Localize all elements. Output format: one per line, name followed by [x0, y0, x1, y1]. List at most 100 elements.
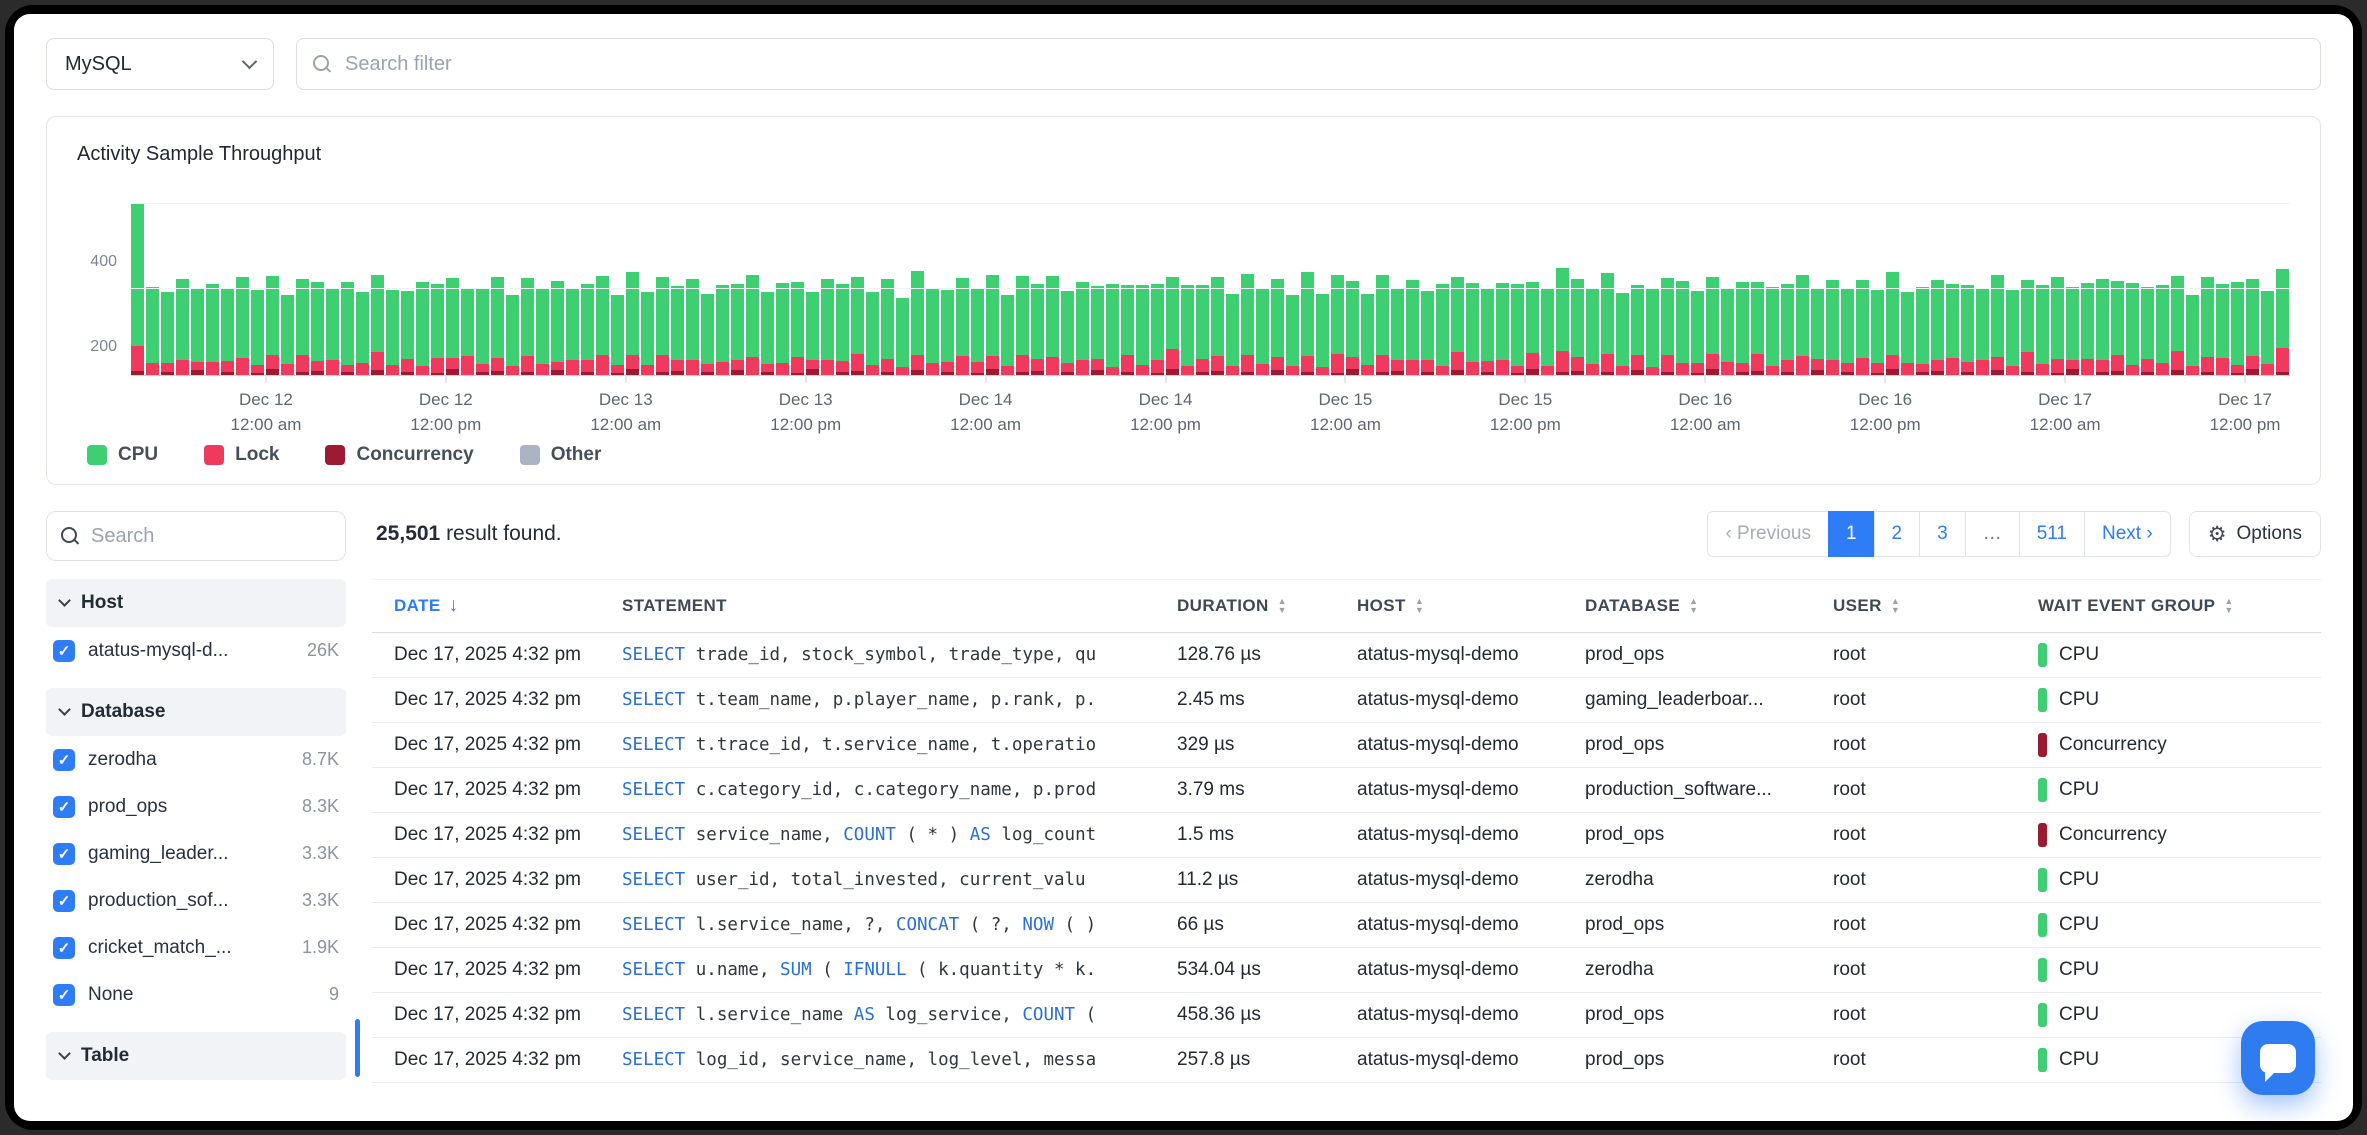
chart-bar[interactable]: [1781, 284, 1794, 375]
chart-bar[interactable]: [161, 292, 174, 375]
chart-bar[interactable]: [701, 294, 714, 375]
chart-bar[interactable]: [1856, 280, 1869, 375]
chart-bar[interactable]: [746, 275, 759, 375]
chart-bar[interactable]: [1736, 282, 1749, 375]
chart-bar[interactable]: [971, 289, 984, 375]
chart-bar[interactable]: [1796, 275, 1809, 375]
checkbox-checked[interactable]: ✓: [53, 640, 75, 662]
chart-bar[interactable]: [1661, 278, 1674, 375]
chart-bar[interactable]: [1721, 288, 1734, 375]
filter-item[interactable]: ✓production_sof...3.3K: [46, 877, 346, 924]
chart-bar[interactable]: [2276, 269, 2289, 375]
chart-bar[interactable]: [866, 292, 879, 375]
chat-launcher-button[interactable]: [2241, 1021, 2315, 1095]
pagination-page-3[interactable]: 3: [1919, 511, 1966, 557]
table-row[interactable]: Dec 17, 2025 4:32 pmSELECT log_id, servi…: [372, 1038, 2321, 1083]
table-row[interactable]: Dec 17, 2025 4:32 pmSELECT t.trace_id, t…: [372, 723, 2321, 768]
checkbox-checked[interactable]: ✓: [53, 843, 75, 865]
chart-bar[interactable]: [2201, 277, 2214, 375]
table-row[interactable]: Dec 17, 2025 4:32 pmSELECT service_name,…: [372, 813, 2321, 858]
chart-bar[interactable]: [1286, 295, 1299, 375]
column-header-duration[interactable]: DURATION▲▼: [1177, 596, 1357, 616]
chart-bar[interactable]: [1931, 280, 1944, 375]
chart-bar[interactable]: [1826, 280, 1839, 375]
checkbox-checked[interactable]: ✓: [53, 796, 75, 818]
chart-bar[interactable]: [1961, 285, 1974, 375]
chart-bar[interactable]: [566, 288, 579, 375]
filter-item[interactable]: ✓None9: [46, 971, 346, 1018]
chart-bar[interactable]: [1451, 277, 1464, 375]
pagination-page-511[interactable]: 511: [2019, 511, 2085, 557]
chart-bar[interactable]: [1526, 282, 1539, 375]
filter-item[interactable]: ✓atatus-mysql-d...26K: [46, 627, 346, 674]
chart-bar[interactable]: [2216, 284, 2229, 375]
chart-bar[interactable]: [2156, 285, 2169, 375]
chart-bar[interactable]: [761, 292, 774, 375]
chart-bar[interactable]: [656, 277, 669, 375]
chart-bar[interactable]: [2246, 279, 2259, 375]
sidebar-scrollbar-thumb[interactable]: [355, 1019, 360, 1077]
chart-bar[interactable]: [1001, 295, 1014, 375]
chart-bar[interactable]: [1916, 287, 1929, 375]
chart-bar[interactable]: [1016, 276, 1029, 375]
search-filter-input[interactable]: [345, 53, 2304, 76]
chart-bar[interactable]: [1991, 275, 2004, 375]
chart-bar[interactable]: [506, 295, 519, 375]
chart-bar[interactable]: [1376, 275, 1389, 375]
chart-bar[interactable]: [611, 295, 624, 375]
legend-item-other[interactable]: Other: [520, 444, 602, 466]
chart-bar[interactable]: [1271, 279, 1284, 375]
table-row[interactable]: Dec 17, 2025 4:32 pmSELECT l.service_nam…: [372, 993, 2321, 1038]
chart-bar[interactable]: [2261, 291, 2274, 375]
chart-bar[interactable]: [1196, 285, 1209, 375]
checkbox-checked[interactable]: ✓: [53, 890, 75, 912]
database-type-select[interactable]: MySQL: [46, 38, 274, 90]
chart-bar[interactable]: [1466, 283, 1479, 375]
filter-item[interactable]: ✓zerodha8.7K: [46, 736, 346, 783]
chart-bar[interactable]: [731, 284, 744, 375]
chart-bar[interactable]: [2171, 276, 2184, 375]
chart-bar[interactable]: [1841, 288, 1854, 375]
chart-bar[interactable]: [176, 279, 189, 375]
chart-bar[interactable]: [1331, 275, 1344, 375]
chart-bar[interactable]: [986, 275, 999, 375]
chart-bar[interactable]: [236, 277, 249, 375]
chart-bar[interactable]: [401, 291, 414, 375]
chart-bar[interactable]: [2126, 283, 2139, 375]
chart-bar[interactable]: [1976, 289, 1989, 375]
chart-bar[interactable]: [1151, 284, 1164, 375]
chart-bar[interactable]: [776, 283, 789, 375]
chart-bar[interactable]: [686, 279, 699, 375]
chart-bar[interactable]: [716, 285, 729, 375]
chart-bar[interactable]: [1631, 285, 1644, 375]
chart-bar[interactable]: [221, 289, 234, 375]
chart-bar[interactable]: [1031, 284, 1044, 375]
column-header-database[interactable]: DATABASE▲▼: [1585, 596, 1833, 616]
chart-bar[interactable]: [671, 286, 684, 375]
chart-bar[interactable]: [251, 290, 264, 375]
chart-bar[interactable]: [641, 292, 654, 375]
chart-bar[interactable]: [386, 290, 399, 375]
chart-bar[interactable]: [1811, 289, 1824, 375]
checkbox-checked[interactable]: ✓: [53, 937, 75, 959]
filter-section-header-host[interactable]: Host: [46, 579, 346, 627]
chart-bar[interactable]: [791, 282, 804, 375]
chart-bar[interactable]: [326, 288, 339, 375]
table-row[interactable]: Dec 17, 2025 4:32 pmSELECT user_id, tota…: [372, 858, 2321, 903]
sidebar-search-input[interactable]: [91, 525, 331, 548]
chart-bar[interactable]: [1616, 293, 1629, 375]
filter-section-header-table[interactable]: Table: [46, 1032, 346, 1080]
chart-bar[interactable]: [1511, 284, 1524, 375]
chart-bar[interactable]: [1481, 289, 1494, 375]
chart-bar[interactable]: [2111, 281, 2124, 375]
chart-bar[interactable]: [941, 290, 954, 375]
chart-bar[interactable]: [296, 279, 309, 375]
chart-bar[interactable]: [1211, 277, 1224, 375]
chart-bar[interactable]: [926, 288, 939, 375]
filter-item[interactable]: ✓cricket_match_...1.9K: [46, 924, 346, 971]
chart-bar[interactable]: [1106, 284, 1119, 375]
chart-bar[interactable]: [2051, 277, 2064, 375]
column-header-user[interactable]: USER▲▼: [1833, 596, 2038, 616]
chart-bar[interactable]: [1061, 291, 1074, 375]
legend-item-concurrency[interactable]: Concurrency: [325, 444, 473, 466]
